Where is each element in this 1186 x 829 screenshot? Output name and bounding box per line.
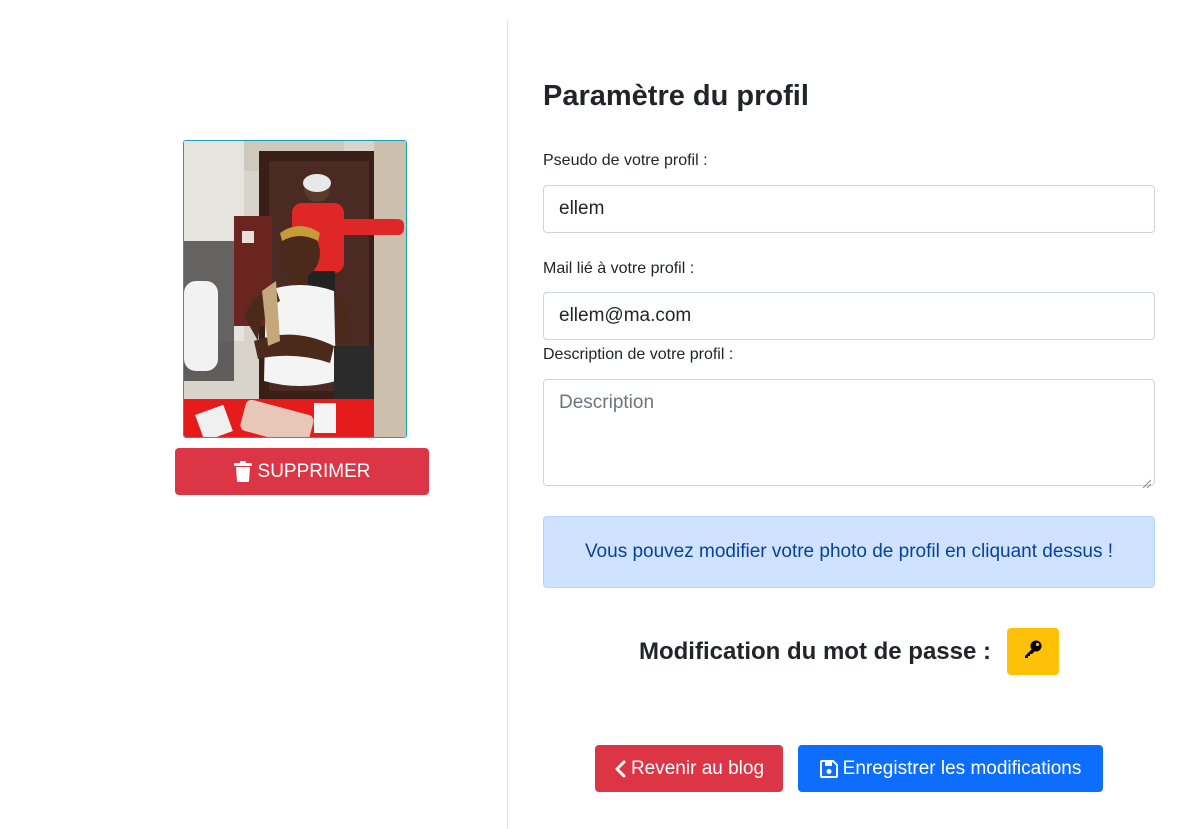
chevron-left-icon <box>614 760 626 778</box>
save-button-label: Enregistrer les modifications <box>842 757 1082 779</box>
mail-input[interactable]: ellem@ma.com <box>543 292 1155 340</box>
password-label: Modification du mot de passe : <box>638 637 992 665</box>
page-title: Paramètre du profil <box>543 80 809 112</box>
delete-button-label: SUPPRIMER <box>257 460 371 482</box>
back-to-blog-button[interactable]: Revenir au blog <box>595 745 783 792</box>
pseudo-value: ellem <box>559 198 605 219</box>
pseudo-label: Pseudo de votre profil : <box>543 152 708 169</box>
resize-grip-icon[interactable] <box>1141 472 1152 489</box>
profile-photo-image <box>184 141 406 437</box>
pseudo-input[interactable]: ellem <box>543 185 1155 233</box>
trash-icon <box>233 461 252 482</box>
description-textarea[interactable]: Description <box>543 379 1155 489</box>
floppy-disk-icon <box>819 759 838 778</box>
info-alert-text: Vous pouvez modifier votre photo de prof… <box>584 541 1114 562</box>
description-label: Description de votre profil : <box>543 346 734 363</box>
mail-label: Mail lié à votre profil : <box>543 260 695 277</box>
delete-photo-button[interactable]: SUPPRIMER <box>175 448 429 495</box>
save-changes-button[interactable]: Enregistrer les modifications <box>798 745 1103 792</box>
profile-photo[interactable] <box>183 140 407 438</box>
column-divider <box>507 20 508 829</box>
key-icon <box>1023 639 1043 665</box>
change-password-button[interactable] <box>1007 628 1060 675</box>
mail-value: ellem@ma.com <box>559 305 692 326</box>
password-row: Modification du mot de passe : <box>543 628 1155 675</box>
back-button-label: Revenir au blog <box>630 757 765 779</box>
photo-panel: SUPPRIMER <box>0 0 508 829</box>
description-placeholder: Description <box>559 392 655 413</box>
info-alert: Vous pouvez modifier votre photo de prof… <box>543 516 1155 588</box>
